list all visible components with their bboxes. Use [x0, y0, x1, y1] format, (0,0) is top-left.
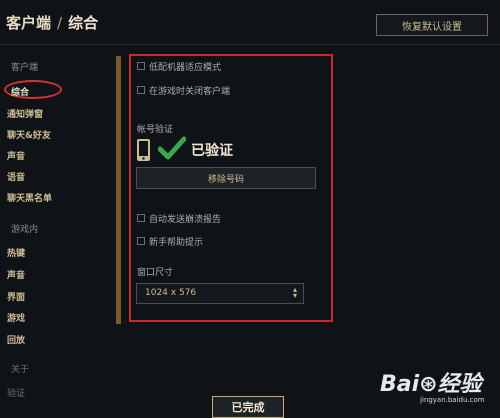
done-button[interactable]: 已完成 — [212, 396, 284, 418]
window-size-label: 窗口尺寸 — [137, 268, 174, 278]
account-verify-label: 帐号验证 — [137, 125, 174, 135]
watermark-logo: Bai⊛经验 — [380, 372, 482, 397]
phone-icon — [137, 139, 150, 161]
sidebar-item-game[interactable]: 游戏 — [7, 311, 25, 324]
window-size-select[interactable]: 1024 x 576 ▴ ▾ — [136, 283, 304, 304]
sidebar-item-ingame-sound[interactable]: 声音 — [7, 268, 25, 281]
breadcrumb-root: 客户端 — [6, 14, 52, 32]
sidebar-item-chat-blacklist[interactable]: 聊天黑名单 — [7, 191, 52, 204]
auto-crash-report-checkbox[interactable] — [137, 214, 145, 222]
sidebar-item-interface[interactable]: 界面 — [7, 290, 25, 303]
sidebar-header-about: 关于 — [11, 365, 30, 375]
remove-number-button[interactable]: 移除号码 — [136, 167, 316, 189]
verified-status: 已验证 — [191, 143, 233, 159]
sidebar-header-ingame: 游戏内 — [11, 225, 39, 235]
sidebar-item-voice[interactable]: 语音 — [7, 170, 25, 183]
sidebar-item-verification[interactable]: 验证 — [7, 386, 25, 399]
close-client-checkbox[interactable] — [137, 86, 145, 94]
newbie-tips-checkbox[interactable] — [137, 237, 145, 245]
low-spec-mode-label: 低配机器适应模式 — [149, 63, 222, 73]
close-client-label: 在游戏时关闭客户端 — [149, 87, 231, 97]
sidebar-item-notifications[interactable]: 通知弹窗 — [7, 107, 43, 120]
newbie-tips-label: 新手帮助提示 — [149, 238, 204, 248]
page-title: 综合 — [68, 14, 99, 32]
sidebar-item-chat-friends[interactable]: 聊天&好友 — [7, 128, 51, 141]
checkmark-icon — [158, 136, 186, 160]
header-divider — [0, 44, 500, 45]
sidebar-item-sound[interactable]: 声音 — [7, 149, 25, 162]
breadcrumb: 客户端 / 综合 — [6, 12, 98, 33]
scroll-track[interactable] — [116, 56, 121, 324]
select-arrows-icon: ▴ ▾ — [292, 285, 297, 300]
sidebar-item-hotkeys[interactable]: 热键 — [7, 246, 25, 259]
watermark-url: jingyan.baidu.com — [420, 396, 485, 404]
low-spec-mode-checkbox[interactable] — [137, 62, 145, 70]
sidebar-header-client: 客户端 — [11, 63, 39, 73]
breadcrumb-separator: / — [57, 14, 63, 32]
auto-crash-report-label: 自动发送崩溃报告 — [149, 215, 222, 225]
restore-defaults-button[interactable]: 恢复默认设置 — [376, 14, 488, 36]
sidebar-item-replay[interactable]: 回放 — [7, 333, 25, 346]
sidebar-item-general[interactable]: 综合 — [11, 85, 29, 98]
window-size-value: 1024 x 576 — [145, 288, 197, 298]
